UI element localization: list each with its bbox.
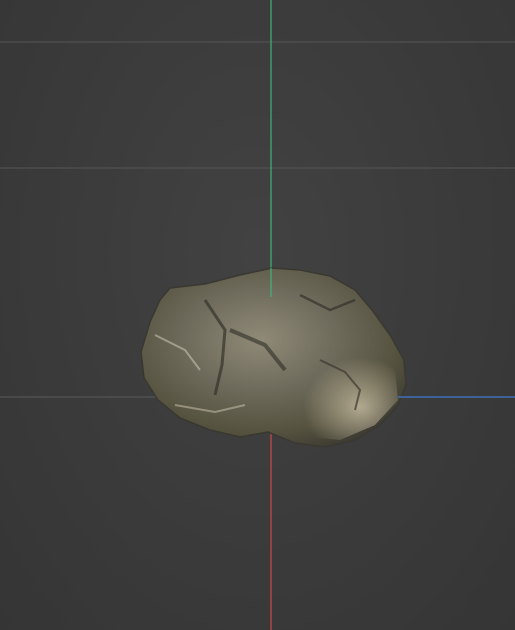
viewport-canvas[interactable]	[0, 0, 515, 630]
3d-viewport[interactable]	[0, 0, 515, 630]
rock-model[interactable]	[140, 267, 407, 448]
